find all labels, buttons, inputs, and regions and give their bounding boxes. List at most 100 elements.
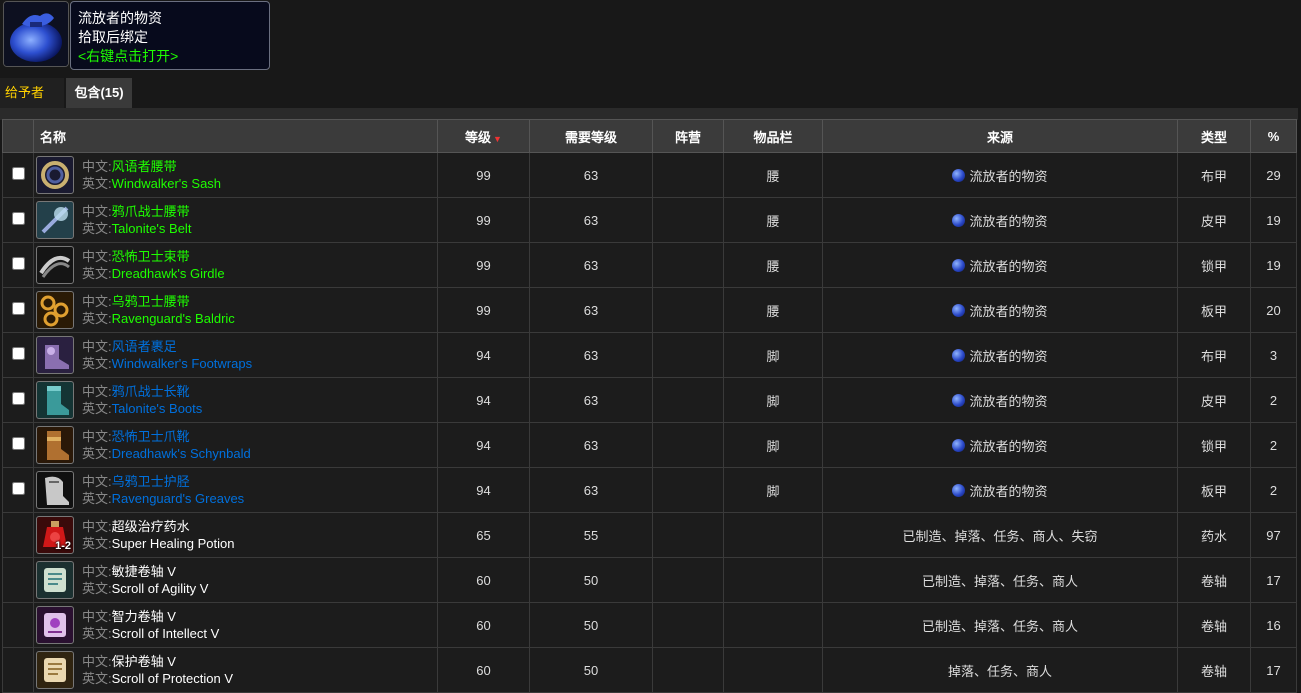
- req-level-cell: 63: [529, 152, 653, 198]
- col-req-level[interactable]: 需要等级: [529, 119, 653, 153]
- col-type[interactable]: 类型: [1177, 119, 1251, 153]
- row-checkbox[interactable]: [11, 302, 25, 315]
- level-cell: 60: [437, 557, 530, 603]
- belt-icon[interactable]: [36, 201, 74, 239]
- item-name-en-link[interactable]: Dreadhawk's Schynbald: [112, 446, 251, 461]
- table-row[interactable]: 中文:恐怖卫士爪靴 英文:Dreadhawk's Schynbald 94 63…: [2, 422, 1297, 468]
- item-name-cn-link[interactable]: 恐怖卫士爪靴: [112, 429, 190, 444]
- item-header: 流放者的物资 拾取后绑定 <右键点击打开>: [3, 1, 278, 71]
- scroll-agility-icon[interactable]: [36, 561, 74, 599]
- pct-cell: 97: [1250, 512, 1297, 558]
- row-checkbox[interactable]: [11, 257, 25, 270]
- item-name-en-link[interactable]: Scroll of Intellect V: [112, 626, 220, 641]
- row-checkbox[interactable]: [11, 347, 25, 360]
- item-name-cn-link[interactable]: 风语者腰带: [112, 159, 177, 174]
- table-row[interactable]: 中文:鸦爪战士腰带 英文:Talonite's Belt 99 63 腰 流放者…: [2, 197, 1297, 243]
- row-checkbox[interactable]: [11, 392, 25, 405]
- source-text[interactable]: 流放者的物资: [969, 346, 1047, 365]
- type-cell: 皮甲: [1177, 197, 1251, 243]
- item-name-en-link[interactable]: Windwalker's Sash: [112, 176, 221, 191]
- checkbox-cell: [2, 242, 34, 288]
- greaves-icon[interactable]: [36, 471, 74, 509]
- item-name-cn-link[interactable]: 鸦爪战士腰带: [112, 204, 190, 219]
- en-label: 英文:: [82, 266, 112, 281]
- potion-icon[interactable]: 1-2: [36, 516, 74, 554]
- scroll-protection-icon[interactable]: [36, 651, 74, 689]
- footwraps-icon[interactable]: [36, 336, 74, 374]
- schynbald-icon[interactable]: [36, 426, 74, 464]
- item-name-cn-link[interactable]: 风语者裹足: [112, 339, 177, 354]
- checkbox-cell: [2, 422, 34, 468]
- table-row[interactable]: 中文:风语者腰带 英文:Windwalker's Sash 99 63 腰 流放…: [2, 152, 1297, 198]
- item-name-cn-link[interactable]: 保护卷轴 V: [112, 654, 176, 669]
- item-name-cn-link[interactable]: 恐怖卫士束带: [112, 249, 190, 264]
- item-name-en-link[interactable]: Talonite's Boots: [112, 401, 203, 416]
- item-name-en-link[interactable]: Ravenguard's Greaves: [112, 491, 245, 506]
- col-name[interactable]: 名称: [33, 119, 438, 153]
- item-name-cn-link[interactable]: 敏捷卷轴 V: [112, 564, 176, 579]
- col-slot[interactable]: 物品栏: [723, 119, 823, 153]
- source-text[interactable]: 流放者的物资: [969, 256, 1047, 275]
- row-checkbox[interactable]: [11, 437, 25, 450]
- cn-label: 中文:: [82, 609, 112, 624]
- tab-contains[interactable]: 包含(15): [66, 78, 132, 108]
- item-name: 流放者的物资: [78, 10, 162, 26]
- item-name-en-link[interactable]: Ravenguard's Baldric: [112, 311, 235, 326]
- cn-label: 中文:: [82, 204, 112, 219]
- contents-table: 名称 等级 ▼ 需要等级 阵营 物品栏 来源 类型 % 中文:风语者腰带 英文:W…: [2, 119, 1297, 693]
- item-name-en-link[interactable]: Dreadhawk's Girdle: [112, 266, 225, 281]
- req-level-cell: 63: [529, 287, 653, 333]
- checkbox-cell: [2, 467, 34, 513]
- checkbox-cell: [2, 647, 34, 693]
- source-text[interactable]: 流放者的物资: [969, 211, 1047, 230]
- col-level[interactable]: 等级 ▼: [437, 119, 530, 153]
- col-pct[interactable]: %: [1250, 119, 1297, 153]
- item-name-cn-link[interactable]: 乌鸦卫士腰带: [112, 294, 190, 309]
- sash-icon[interactable]: [36, 156, 74, 194]
- item-name-en-link[interactable]: Super Healing Potion: [112, 536, 235, 551]
- item-name-cn-link[interactable]: 超级治疗药水: [112, 519, 190, 534]
- source-text[interactable]: 流放者的物资: [969, 481, 1047, 500]
- boots-icon[interactable]: [36, 381, 74, 419]
- table-row[interactable]: 中文:鸦爪战士长靴 英文:Talonite's Boots 94 63 脚 流放…: [2, 377, 1297, 423]
- slot-cell: [723, 647, 823, 693]
- table-row[interactable]: 中文:乌鸦卫士腰带 英文:Ravenguard's Baldric 99 63 …: [2, 287, 1297, 333]
- table-row[interactable]: 中文:恐怖卫士束带 英文:Dreadhawk's Girdle 99 63 腰 …: [2, 242, 1297, 288]
- item-name-cn-link[interactable]: 鸦爪战士长靴: [112, 384, 190, 399]
- source-text[interactable]: 流放者的物资: [969, 391, 1047, 410]
- cn-label: 中文:: [82, 654, 112, 669]
- table-row[interactable]: 1-2 中文:超级治疗药水 英文:Super Healing Potion 65…: [2, 512, 1297, 558]
- table-row[interactable]: 中文:智力卷轴 V 英文:Scroll of Intellect V 60 50…: [2, 602, 1297, 648]
- type-cell: 布甲: [1177, 332, 1251, 378]
- item-name-en-link[interactable]: Talonite's Belt: [112, 221, 192, 236]
- item-name-en-link[interactable]: Scroll of Agility V: [112, 581, 209, 596]
- col-source[interactable]: 来源: [822, 119, 1178, 153]
- item-name-cn-link[interactable]: 智力卷轴 V: [112, 609, 176, 624]
- item-name-cn-link[interactable]: 乌鸦卫士护胫: [112, 474, 190, 489]
- item-name-en-link[interactable]: Windwalker's Footwraps: [112, 356, 252, 371]
- blue-bag-icon: [3, 1, 69, 67]
- faction-cell: [652, 602, 724, 648]
- item-name-en-link[interactable]: Scroll of Protection V: [112, 671, 233, 686]
- scroll-intellect-icon[interactable]: [36, 606, 74, 644]
- table-row[interactable]: 中文:风语者裹足 英文:Windwalker's Footwraps 94 63…: [2, 332, 1297, 378]
- girdle-icon[interactable]: [36, 246, 74, 284]
- col-faction[interactable]: 阵营: [652, 119, 724, 153]
- row-checkbox[interactable]: [11, 482, 25, 495]
- name-cell: 中文:风语者裹足 英文:Windwalker's Footwraps: [33, 332, 438, 378]
- source-text[interactable]: 流放者的物资: [969, 166, 1047, 185]
- row-checkbox[interactable]: [11, 212, 25, 225]
- table-row[interactable]: 中文:乌鸦卫士护胫 英文:Ravenguard's Greaves 94 63 …: [2, 467, 1297, 513]
- tab-givers[interactable]: 给予者(2): [0, 78, 64, 130]
- en-label: 英文:: [82, 446, 112, 461]
- source-cell: 流放者的物资: [822, 152, 1178, 198]
- row-checkbox[interactable]: [11, 167, 25, 180]
- sort-desc-icon: ▼: [493, 133, 502, 144]
- table-row[interactable]: 中文:敏捷卷轴 V 英文:Scroll of Agility V 60 50 已…: [2, 557, 1297, 603]
- baldric-icon[interactable]: [36, 291, 74, 329]
- en-label: 英文:: [82, 221, 112, 236]
- table-row[interactable]: 中文:保护卷轴 V 英文:Scroll of Protection V 60 5…: [2, 647, 1297, 693]
- req-level-cell: 63: [529, 242, 653, 288]
- source-text[interactable]: 流放者的物资: [969, 301, 1047, 320]
- source-text[interactable]: 流放者的物资: [969, 436, 1047, 455]
